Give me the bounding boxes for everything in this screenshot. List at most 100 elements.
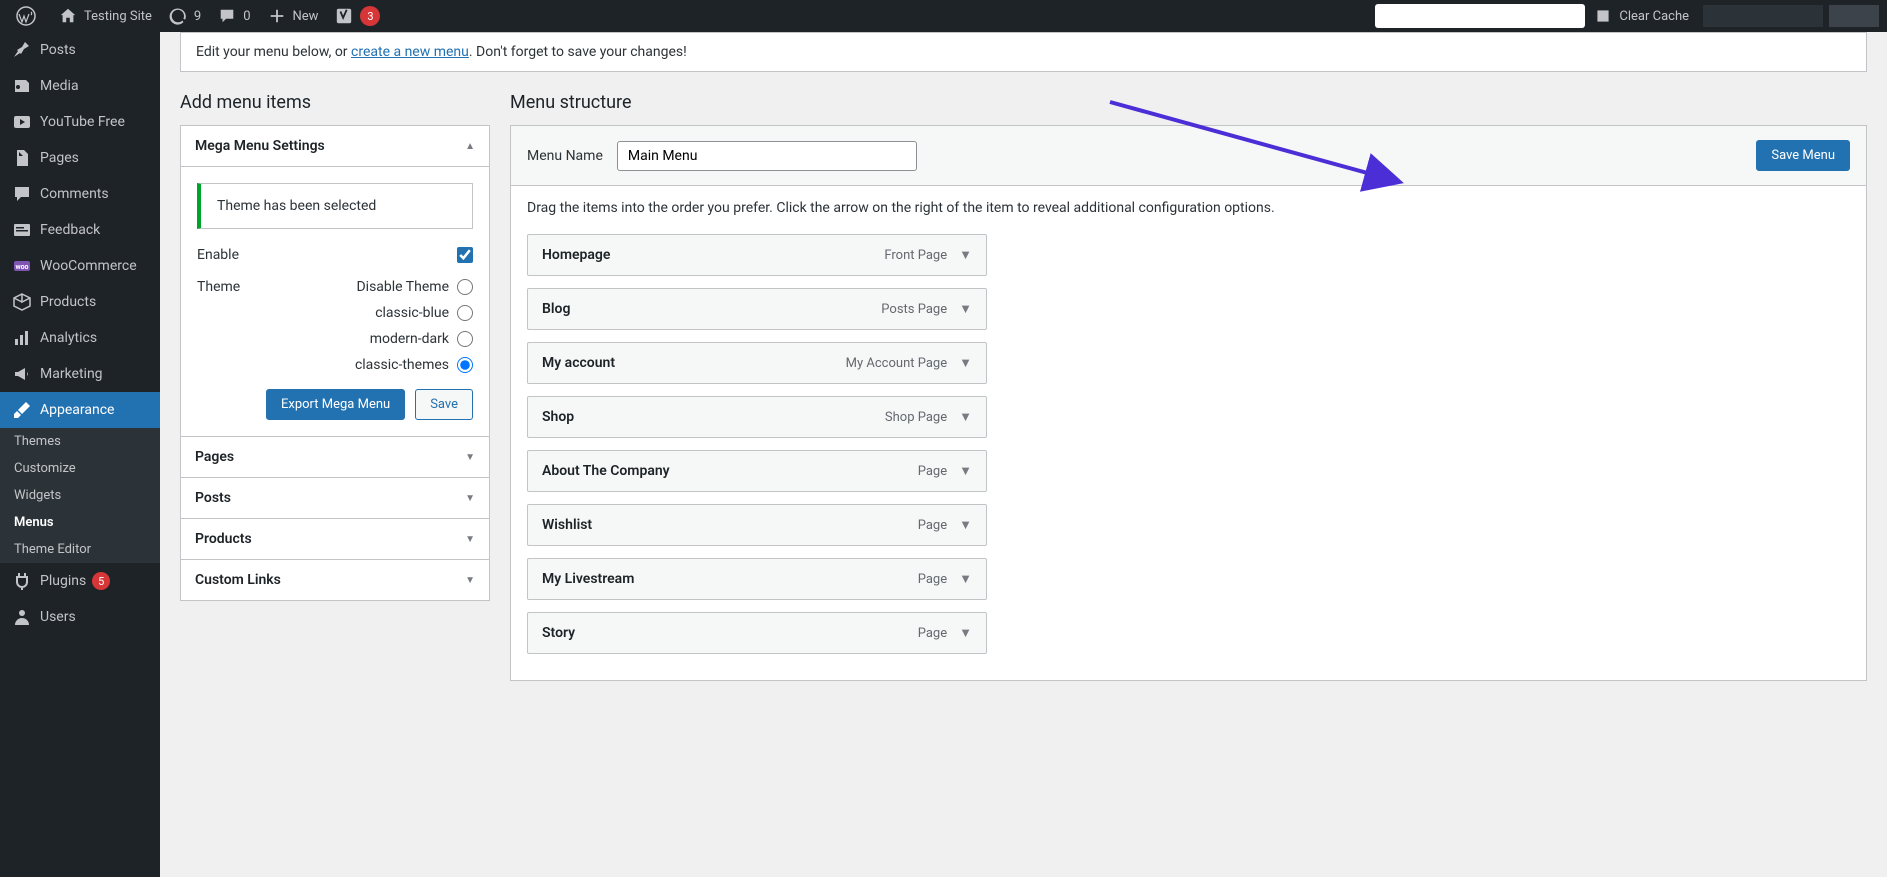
yoast-link[interactable]: 3 [326,0,388,32]
edit-menu-notice: Edit your menu below, or create a new me… [180,32,1867,72]
adminbar-grey [1829,5,1879,27]
analytics-icon [12,328,32,348]
sidebar-item-pages[interactable]: Pages [0,140,160,176]
user-icon [12,607,32,627]
sidebar-item-plugins[interactable]: Plugins5 [0,563,160,599]
mega-menu-body: Theme has been selected Enable Theme Dis… [181,167,489,437]
theme-option-label: Disable Theme [356,279,449,295]
brush-icon [12,400,32,420]
accordion-custom-links[interactable]: Custom Links▼ [181,560,489,600]
sidebar-item-label: YouTube Free [40,114,125,130]
save-mega-menu-button[interactable]: Save [415,389,473,420]
sidebar-sub-widgets[interactable]: Widgets [0,482,160,509]
chevron-down-icon[interactable]: ▼ [959,301,972,317]
accordion-label: Posts [195,490,231,506]
sidebar-sub-menus[interactable]: Menus [0,509,160,536]
drag-hint-text: Drag the items into the order you prefer… [527,200,1850,216]
sidebar-item-users[interactable]: Users [0,599,160,635]
menu-item[interactable]: BlogPosts Page▼ [527,288,987,330]
enable-checkbox[interactable] [457,247,473,263]
export-mega-menu-button[interactable]: Export Mega Menu [266,389,405,420]
sidebar-item-label: Analytics [40,330,97,346]
sidebar-item-appearance[interactable]: Appearance [0,392,160,428]
menu-item-type: Shop Page [885,410,947,425]
theme-radio[interactable] [457,357,473,373]
mega-menu-accordion: Mega Menu Settings ▲ Theme has been sele… [180,125,490,601]
theme-option-modern-dark[interactable]: modern-dark [370,331,473,347]
menu-item[interactable]: My Livestream Page ▼ [527,558,987,600]
menu-item-title: Story [542,625,575,641]
sidebar-sub-customize[interactable]: Customize [0,455,160,482]
menu-item[interactable]: StoryPage▼ [527,612,987,654]
theme-option-classic-blue[interactable]: classic-blue [375,305,473,321]
chevron-down-icon[interactable]: ▼ [959,571,972,587]
menu-item-title: About The Company [542,463,670,479]
chevron-down-icon[interactable]: ▼ [959,409,972,425]
sidebar-badge: 5 [92,572,110,590]
comments-link[interactable]: 0 [209,0,258,32]
accordion-products[interactable]: Products▼ [181,519,489,560]
menu-item[interactable]: Homepage Front Page ▼ [527,234,987,276]
product-icon [12,292,32,312]
menu-item[interactable]: WishlistPage▼ [527,504,987,546]
chevron-down-icon[interactable]: ▼ [959,247,972,263]
updates-link[interactable]: 9 [160,0,209,32]
sidebar-item-media[interactable]: Media [0,68,160,104]
sidebar-item-marketing[interactable]: Marketing [0,356,160,392]
chevron-down-icon[interactable]: ▼ [959,517,972,533]
sidebar-sub-theme-editor[interactable]: Theme Editor [0,536,160,563]
sidebar-item-posts[interactable]: Posts [0,32,160,68]
menu-item-title: Shop [542,409,574,425]
home-icon [58,6,78,26]
menu-item[interactable]: About The CompanyPage▼ [527,450,987,492]
mega-menu-header-label: Mega Menu Settings [195,138,325,154]
menu-item-type: Page [918,572,947,587]
site-name-link[interactable]: Testing Site [50,0,160,32]
mega-menu-header[interactable]: Mega Menu Settings ▲ [181,126,489,167]
theme-selected-message: Theme has been selected [197,183,473,229]
menu-item[interactable]: Shop Shop Page ▼ [527,396,987,438]
chevron-down-icon[interactable]: ▼ [959,355,972,371]
sidebar-item-woocommerce[interactable]: wooWooCommerce [0,248,160,284]
accordion-posts[interactable]: Posts▼ [181,478,489,519]
theme-option-classic-themes[interactable]: classic-themes [355,357,473,373]
theme-radio[interactable] [457,331,473,347]
wp-logo[interactable] [8,0,50,32]
media-icon [12,76,32,96]
theme-option-disable-theme[interactable]: Disable Theme [356,279,473,295]
pin-icon [12,40,32,60]
menu-panel: Menu Name Save Menu Drag the items into … [510,125,1867,681]
menu-item-title: My Livestream [542,571,634,587]
accordion-label: Custom Links [195,572,281,588]
menu-item-type: My Account Page [846,356,947,371]
clear-cache-link[interactable]: Clear Cache [1585,0,1697,32]
sidebar-item-label: Comments [40,186,109,202]
menu-item-title: Homepage [542,247,610,263]
menu-item-type: Page [918,518,947,533]
sidebar-sub-themes[interactable]: Themes [0,428,160,455]
sidebar-item-comments[interactable]: Comments [0,176,160,212]
menu-item-type: Front Page [884,248,947,263]
sidebar-item-label: Pages [40,150,79,166]
adminbar-search[interactable] [1375,4,1585,28]
sidebar-item-label: Users [40,609,76,625]
enable-label: Enable [197,247,239,263]
theme-radio[interactable] [457,279,473,295]
sidebar-item-feedback[interactable]: Feedback [0,212,160,248]
new-link[interactable]: New [259,0,327,32]
sidebar-item-youtube-free[interactable]: YouTube Free [0,104,160,140]
create-menu-link[interactable]: create a new menu [351,44,469,60]
svg-text:woo: woo [15,263,28,271]
sidebar-item-analytics[interactable]: Analytics [0,320,160,356]
theme-radio[interactable] [457,305,473,321]
menu-item[interactable]: My accountMy Account Page▼ [527,342,987,384]
chevron-down-icon[interactable]: ▼ [959,463,972,479]
accordion-pages[interactable]: Pages▼ [181,437,489,478]
save-menu-button[interactable]: Save Menu [1756,140,1850,171]
chevron-down-icon[interactable]: ▼ [959,625,972,641]
menu-structure-title: Menu structure [510,92,1867,113]
wordpress-icon [16,6,36,26]
theme-label: Theme [197,279,240,295]
menu-name-input[interactable] [617,141,917,171]
sidebar-item-products[interactable]: Products [0,284,160,320]
